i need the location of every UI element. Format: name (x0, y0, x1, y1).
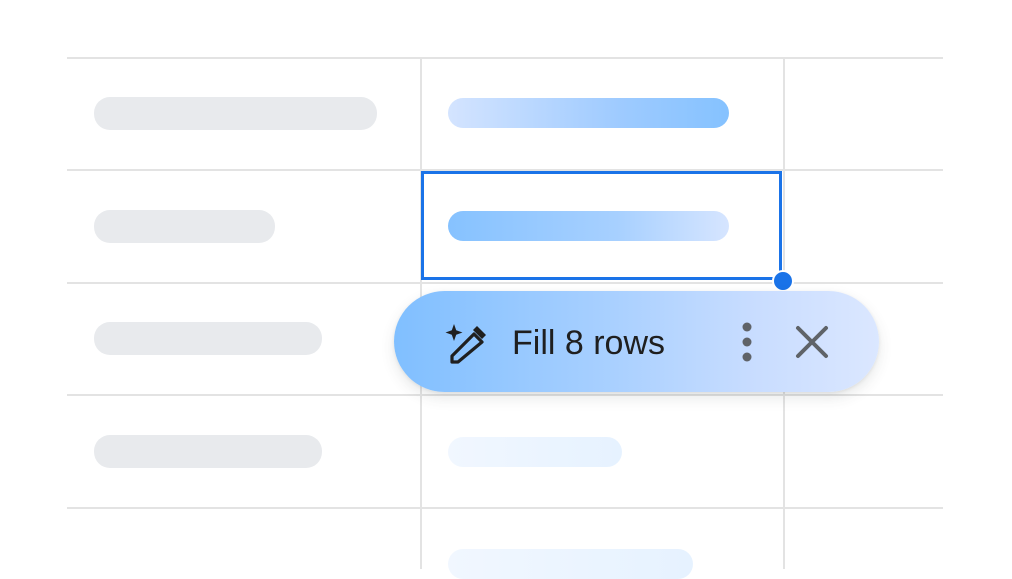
more-vert-icon[interactable] (730, 318, 764, 366)
fill-rows-label[interactable]: Fill 8 rows (512, 322, 665, 364)
cell-placeholder[interactable] (94, 435, 322, 468)
cell-placeholder-suggested[interactable] (448, 437, 622, 467)
close-icon[interactable] (790, 320, 834, 364)
row-divider (67, 57, 943, 59)
fill-handle[interactable] (772, 270, 794, 292)
row-divider (67, 394, 943, 396)
row-divider (67, 282, 943, 284)
cell-placeholder-suggested[interactable] (448, 549, 693, 579)
cell-placeholder[interactable] (94, 322, 322, 355)
cell-placeholder-generated[interactable] (448, 98, 729, 128)
cell-placeholder[interactable] (94, 210, 275, 243)
cell-placeholder[interactable] (94, 97, 377, 130)
spreadsheet-grid (0, 0, 1012, 579)
row-divider (67, 507, 943, 509)
selected-cell-outline[interactable] (421, 171, 782, 280)
magic-wand-icon (445, 324, 486, 364)
